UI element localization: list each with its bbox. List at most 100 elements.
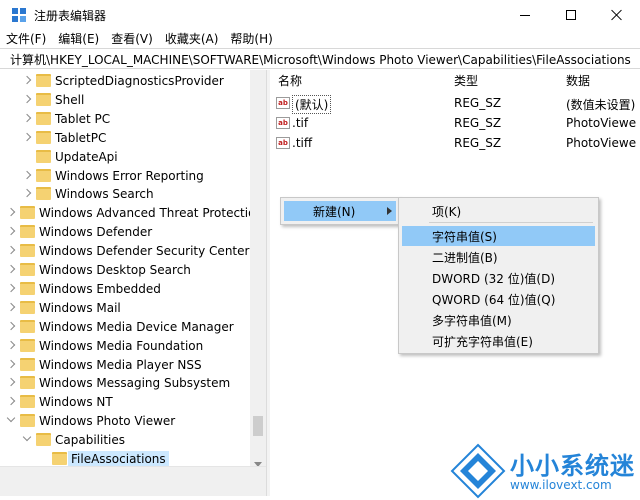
- maximize-icon: [566, 10, 576, 20]
- tree-item[interactable]: Windows Search: [0, 185, 250, 204]
- menu-view[interactable]: 查看(V): [105, 30, 159, 48]
- folder-icon: [36, 111, 51, 125]
- chevron-right-icon[interactable]: [6, 397, 16, 406]
- chevron-right-icon[interactable]: [6, 245, 16, 255]
- menu-item-new[interactable]: 新建(N): [284, 201, 396, 221]
- chevron-right-icon[interactable]: [6, 208, 16, 217]
- chevron-right-icon[interactable]: [22, 170, 32, 179]
- string-value-icon: ab: [276, 137, 290, 149]
- submenu-item-binary-value[interactable]: 二进制值(B): [402, 247, 595, 267]
- menu-item-new-label: 新建(N): [313, 205, 356, 219]
- context-menu: 新建(N): [280, 197, 400, 225]
- value-row[interactable]: ab .tiff REG_SZ PhotoViewe: [270, 134, 640, 154]
- string-value-icon: ab: [276, 97, 290, 109]
- submenu-item-label: 可扩充字符串值(E): [432, 335, 533, 349]
- value-name: (默认): [292, 95, 332, 114]
- submenu-item-label: 字符串值(S): [432, 230, 497, 244]
- chevron-right-icon[interactable]: [6, 283, 16, 293]
- column-header-data[interactable]: 数据: [566, 72, 590, 89]
- folder-icon: [20, 300, 35, 314]
- tree-item[interactable]: Windows NT: [0, 393, 250, 412]
- value-row[interactable]: ab .tif REG_SZ PhotoViewe: [270, 114, 640, 134]
- chevron-right-icon[interactable]: [6, 378, 16, 387]
- chevron-right-icon[interactable]: [22, 94, 32, 104]
- menu-favorites[interactable]: 收藏夹(A): [159, 30, 225, 48]
- tree-item[interactable]: Windows Media Player NSS: [0, 356, 250, 375]
- submenu-item-string-value[interactable]: 字符串值(S): [402, 226, 595, 246]
- tree-item-label: TabletPC: [55, 130, 107, 145]
- chevron-down-icon[interactable]: [6, 413, 16, 423]
- tree-item-label: Windows Mail: [39, 300, 121, 315]
- submenu-item-label: DWORD (32 位)值(D): [432, 272, 555, 286]
- folder-icon: [36, 74, 51, 87]
- submenu-item-expandable-string-value[interactable]: 可扩充字符串值(E): [402, 331, 595, 351]
- tree-item[interactable]: UpdateApi: [0, 148, 250, 167]
- tree-item-label: FileAssociations: [68, 451, 169, 467]
- tree-horizontal-scrollbar[interactable]: [0, 466, 266, 496]
- chevron-right-icon[interactable]: [6, 226, 16, 236]
- tree-item[interactable]: Capabilities: [0, 431, 250, 450]
- maximize-button[interactable]: [548, 0, 594, 30]
- folder-icon: [20, 319, 35, 333]
- chevron-right-icon[interactable]: [6, 340, 16, 349]
- tree-item[interactable]: Windows Embedded: [0, 280, 250, 299]
- submenu-item-qword-value[interactable]: QWORD (64 位)值(Q): [402, 289, 595, 309]
- folder-icon: [36, 187, 51, 201]
- chevron-right-icon[interactable]: [6, 321, 16, 330]
- tree-item[interactable]: Windows Photo Viewer: [0, 412, 250, 431]
- key-tree: ScriptedDiagnosticsProvider Shell Tablet P…: [0, 70, 266, 496]
- tree-item[interactable]: Windows Messaging Subsystem: [0, 374, 250, 393]
- menu-bar: 文件(F) 编辑(E) 查看(V) 收藏夹(A) 帮助(H): [0, 30, 640, 48]
- tree-item-label: Windows Defender Security Center: [39, 244, 250, 259]
- chevron-right-icon[interactable]: [22, 189, 32, 198]
- tree-item[interactable]: Windows Desktop Search: [0, 261, 250, 280]
- scrollbar-thumb[interactable]: [253, 416, 263, 436]
- folder-icon: [36, 130, 51, 144]
- tree-item[interactable]: Windows Defender: [0, 223, 250, 242]
- chevron-right-icon[interactable]: [22, 75, 32, 85]
- tree-item[interactable]: Shell: [0, 91, 250, 110]
- chevron-right-icon[interactable]: [22, 113, 32, 123]
- folder-icon: [36, 149, 51, 163]
- tree-item[interactable]: TabletPC: [0, 129, 250, 148]
- value-row[interactable]: ab (默认) REG_SZ (数值未设置): [270, 94, 640, 114]
- tree-item[interactable]: Windows Mail: [0, 299, 250, 318]
- tree-vertical-scrollbar[interactable]: [250, 70, 266, 496]
- value-name: .tif: [292, 116, 309, 130]
- column-header-name[interactable]: 名称: [278, 72, 302, 89]
- folder-icon: [20, 263, 35, 276]
- close-icon: [611, 9, 623, 21]
- tree-item[interactable]: Tablet PC: [0, 110, 250, 129]
- tree-item[interactable]: Windows Media Device Manager: [0, 318, 250, 337]
- chevron-right-icon[interactable]: [22, 132, 32, 141]
- tree-item-label: Capabilities: [55, 433, 125, 448]
- tree-item[interactable]: ScriptedDiagnosticsProvider: [0, 72, 250, 91]
- string-value-icon: ab: [276, 117, 290, 129]
- value-type: REG_SZ: [454, 136, 502, 150]
- tree-item[interactable]: Windows Error Reporting: [0, 167, 250, 186]
- tree-item-label: Windows Media Player NSS: [39, 357, 202, 372]
- address-bar[interactable]: 计算机\HKEY_LOCAL_MACHINE\SOFTWARE\Microsof…: [0, 48, 640, 69]
- submenu-item-label: QWORD (64 位)值(Q): [432, 293, 556, 307]
- column-header-type[interactable]: 类型: [454, 72, 478, 89]
- menu-help[interactable]: 帮助(H): [224, 30, 278, 48]
- menu-edit[interactable]: 编辑(E): [52, 30, 105, 48]
- tree-item[interactable]: Windows Advanced Threat Protection: [0, 204, 263, 223]
- chevron-right-icon[interactable]: [6, 302, 16, 312]
- submenu-item-key[interactable]: 项(K): [402, 201, 595, 221]
- chevron-right-icon[interactable]: [6, 264, 16, 274]
- submenu-item-label: 项(K): [432, 205, 462, 219]
- value-data: PhotoViewe: [566, 116, 637, 130]
- chevron-down-icon[interactable]: [22, 432, 32, 442]
- chevron-right-icon[interactable]: [6, 359, 16, 368]
- folder-icon: [36, 92, 51, 106]
- submenu-item-multi-string-value[interactable]: 多字符串值(M): [402, 310, 595, 330]
- menu-file[interactable]: 文件(F): [0, 30, 52, 48]
- tree-item[interactable]: Windows Media Foundation: [0, 337, 250, 356]
- minimize-button[interactable]: [502, 0, 548, 30]
- close-button[interactable]: [594, 0, 640, 30]
- watermark: 小小系统迷 www.ilovext.com: [446, 440, 640, 500]
- submenu-item-dword-value[interactable]: DWORD (32 位)值(D): [402, 268, 595, 288]
- folder-icon: [20, 244, 35, 258]
- tree-item[interactable]: Windows Defender Security Center: [0, 242, 250, 261]
